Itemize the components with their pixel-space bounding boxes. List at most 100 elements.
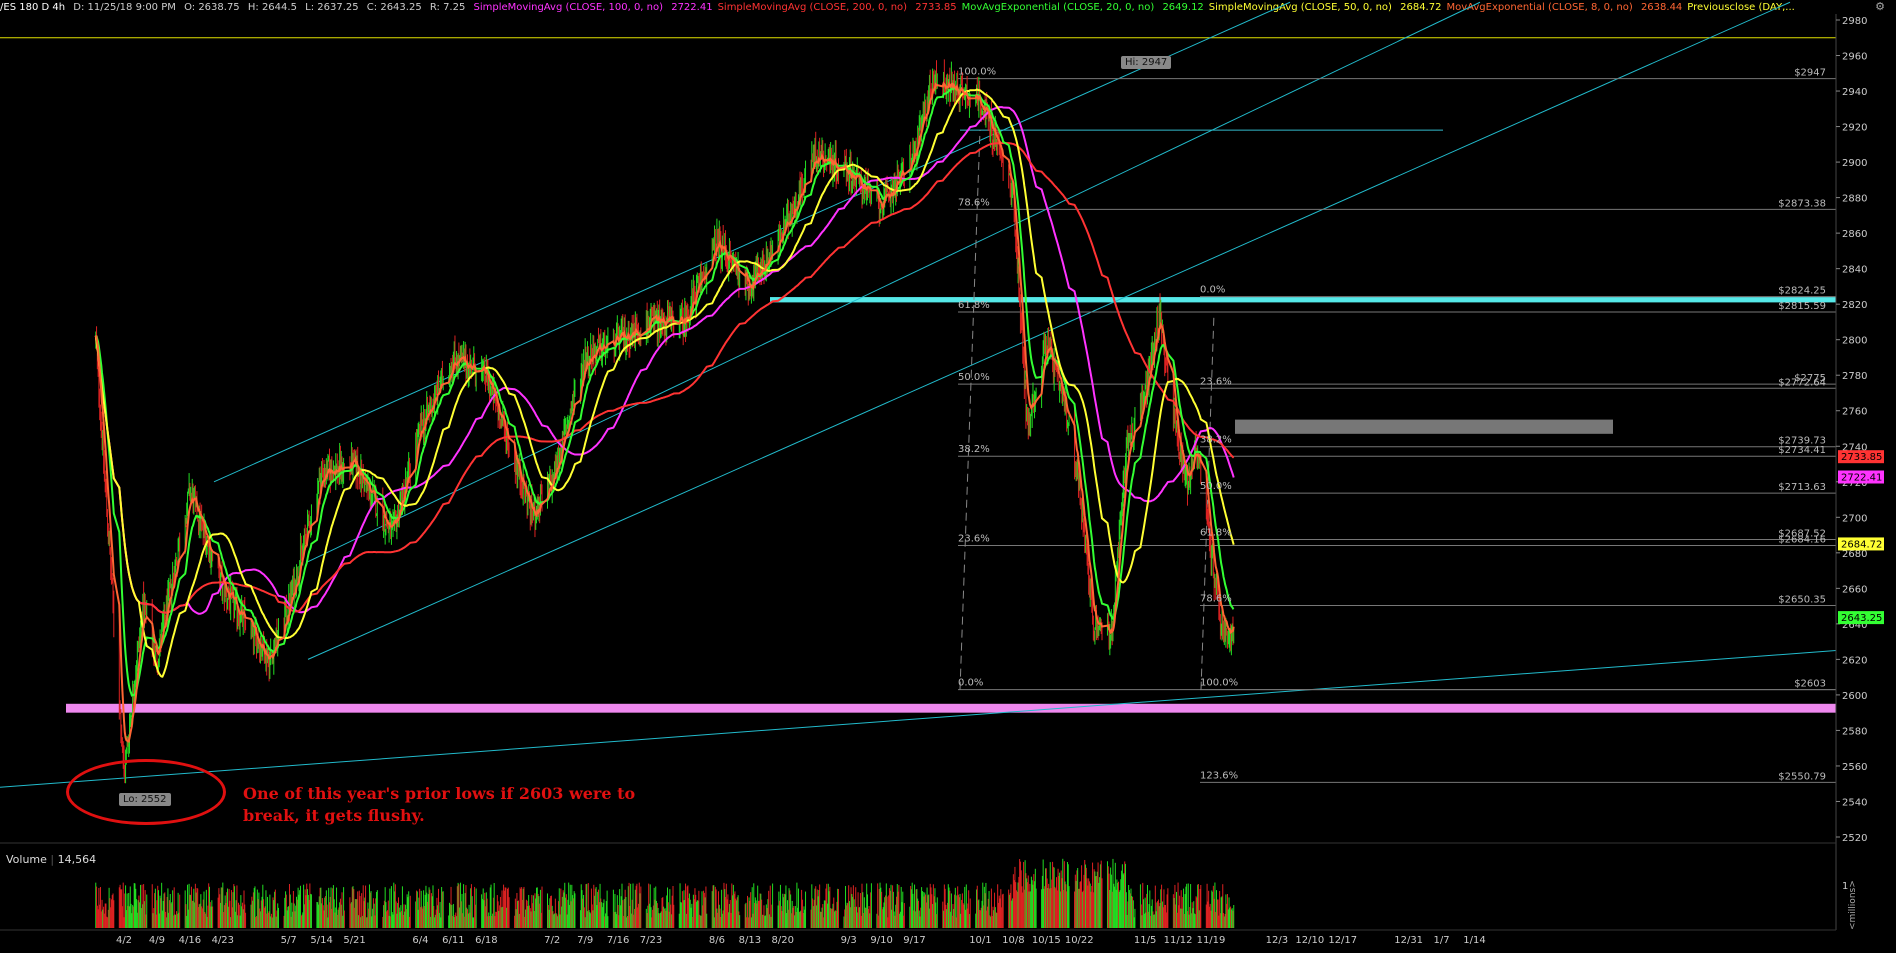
fib-price-label-10: $2684.16 [1778, 534, 1826, 545]
fib-mid-pct-4: 61.8% [1200, 527, 1232, 538]
fib-left-pct-1: 78.6% [958, 197, 990, 208]
y-tick-23: 2980 [1842, 16, 1867, 27]
x-tick-2: 4/16 [179, 935, 201, 946]
x-tick-11: 7/9 [577, 935, 593, 946]
fib-left-pct-2: 61.8% [958, 300, 990, 311]
price-badge-3: 2643.25 [1841, 613, 1882, 624]
lo-callout-circle [66, 759, 226, 825]
y-tick-16: 2840 [1842, 265, 1867, 276]
y-tick-4: 2600 [1842, 691, 1867, 702]
fib-mid-pct-5: 78.6% [1200, 593, 1232, 604]
x-tick-21: 10/8 [1002, 935, 1024, 946]
fib-price-label-0: $2947 [1794, 68, 1826, 79]
fib-price-label-5: $2772.64 [1778, 377, 1826, 388]
y-tick-13: 2780 [1842, 371, 1867, 382]
fib-price-label-11: $2650.35 [1778, 594, 1826, 605]
volume-value: 14,564 [57, 853, 97, 866]
x-tick-23: 10/22 [1065, 935, 1094, 946]
trend-line-1 [307, 1, 1481, 563]
fib-mid-pct-3: 50.0% [1200, 481, 1232, 492]
x-tick-0: 4/2 [116, 935, 132, 946]
x-tick-27: 12/3 [1266, 935, 1288, 946]
fib-mid-pct-1: 23.6% [1200, 376, 1232, 387]
fib-left-pct-0: 100.0% [958, 67, 996, 78]
chart-window: /ES 180 D 4h D: 11/25/18 9:00 PM O: 2638… [0, 0, 1896, 953]
fib-price-label-8: $2713.63 [1778, 482, 1826, 493]
fib-left-pct-6: 0.0% [958, 678, 983, 689]
support-band [66, 703, 1836, 713]
price-badge-1: 2722.41 [1841, 473, 1882, 484]
fib-mid-pct-7: 123.6% [1200, 770, 1238, 781]
y-tick-3: 2580 [1842, 726, 1867, 737]
x-tick-4: 5/7 [281, 935, 297, 946]
trend-line-3 [0, 650, 1837, 788]
y-tick-18: 2880 [1842, 194, 1867, 205]
y-tick-17: 2860 [1842, 229, 1867, 240]
fib-left-pct-4: 38.2% [958, 444, 990, 455]
x-tick-13: 7/23 [640, 935, 662, 946]
y-tick-22: 2960 [1842, 52, 1867, 63]
fib-price-label-12: $2603 [1794, 679, 1826, 690]
x-tick-10: 7/2 [544, 935, 560, 946]
x-tick-14: 8/6 [709, 935, 725, 946]
y-tick-1: 2540 [1842, 797, 1867, 808]
x-tick-31: 1/7 [1434, 935, 1450, 946]
x-tick-30: 12/31 [1394, 935, 1423, 946]
y-tick-2: 2560 [1842, 762, 1867, 773]
y-tick-0: 2520 [1842, 833, 1867, 844]
y-tick-5: 2620 [1842, 655, 1867, 666]
x-tick-24: 11/5 [1134, 935, 1156, 946]
price-badge-2: 2684.72 [1841, 539, 1882, 550]
price-badge-0: 2733.85 [1841, 452, 1882, 463]
y-tick-12: 2760 [1842, 407, 1867, 418]
x-tick-18: 9/10 [870, 935, 892, 946]
x-tick-12: 7/16 [607, 935, 629, 946]
y-tick-19: 2900 [1842, 158, 1867, 169]
fib-left-pct-3: 50.0% [958, 372, 990, 383]
hi-label: Hi: 2947 [1121, 56, 1172, 69]
x-tick-25: 11/12 [1164, 935, 1193, 946]
x-tick-19: 9/17 [903, 935, 925, 946]
ma-line-3 [94, 88, 1235, 678]
x-tick-17: 9/3 [841, 935, 857, 946]
volume-label: Volume [6, 853, 47, 866]
x-tick-3: 4/23 [212, 935, 234, 946]
fib-price-label-2: $2824.25 [1778, 286, 1826, 297]
fib-mid-pct-0: 0.0% [1200, 285, 1225, 296]
resistance-box [1235, 419, 1613, 434]
volume-header: Volume | 14,564 [6, 853, 97, 866]
fib-left-pct-5: 23.6% [958, 533, 990, 544]
fib-mid-pct-6: 100.0% [1200, 678, 1238, 689]
fib-price-label-3: $2815.59 [1778, 301, 1826, 312]
fib-mid-pct-2: 38.2% [1200, 435, 1232, 446]
x-tick-1: 4/9 [149, 935, 165, 946]
y-tick-8: 2680 [1842, 549, 1867, 560]
x-tick-16: 8/20 [772, 935, 794, 946]
x-tick-8: 6/11 [442, 935, 464, 946]
annotation-text: One of this year's prior lows if 2603 we… [243, 784, 636, 825]
fib-dash-left [959, 130, 981, 690]
y-tick-20: 2920 [1842, 123, 1867, 134]
fib-price-label-7: $2734.41 [1778, 445, 1826, 456]
y-tick-7: 2660 [1842, 584, 1867, 595]
y-tick-9: 2700 [1842, 513, 1867, 524]
x-tick-32: 1/14 [1463, 935, 1485, 946]
volume-axis-label: <millions> [1848, 880, 1858, 930]
x-tick-20: 10/1 [969, 935, 991, 946]
x-tick-7: 6/4 [412, 935, 428, 946]
x-tick-15: 8/13 [739, 935, 761, 946]
x-tick-5: 5/14 [310, 935, 332, 946]
lo-label: Lo: 2552 [119, 793, 171, 806]
fib-price-label-13: $2550.79 [1778, 771, 1826, 782]
x-tick-6: 5/21 [343, 935, 365, 946]
y-tick-21: 2940 [1842, 87, 1867, 98]
x-tick-26: 11/19 [1197, 935, 1226, 946]
x-tick-9: 6/18 [475, 935, 497, 946]
trend-line-0 [213, 1, 1291, 483]
y-tick-14: 2800 [1842, 336, 1867, 347]
x-tick-29: 12/17 [1328, 935, 1357, 946]
y-tick-15: 2820 [1842, 300, 1867, 311]
fib-price-label-1: $2873.38 [1778, 198, 1826, 209]
resistance-line-cyan [770, 297, 1836, 303]
x-tick-28: 12/10 [1295, 935, 1324, 946]
